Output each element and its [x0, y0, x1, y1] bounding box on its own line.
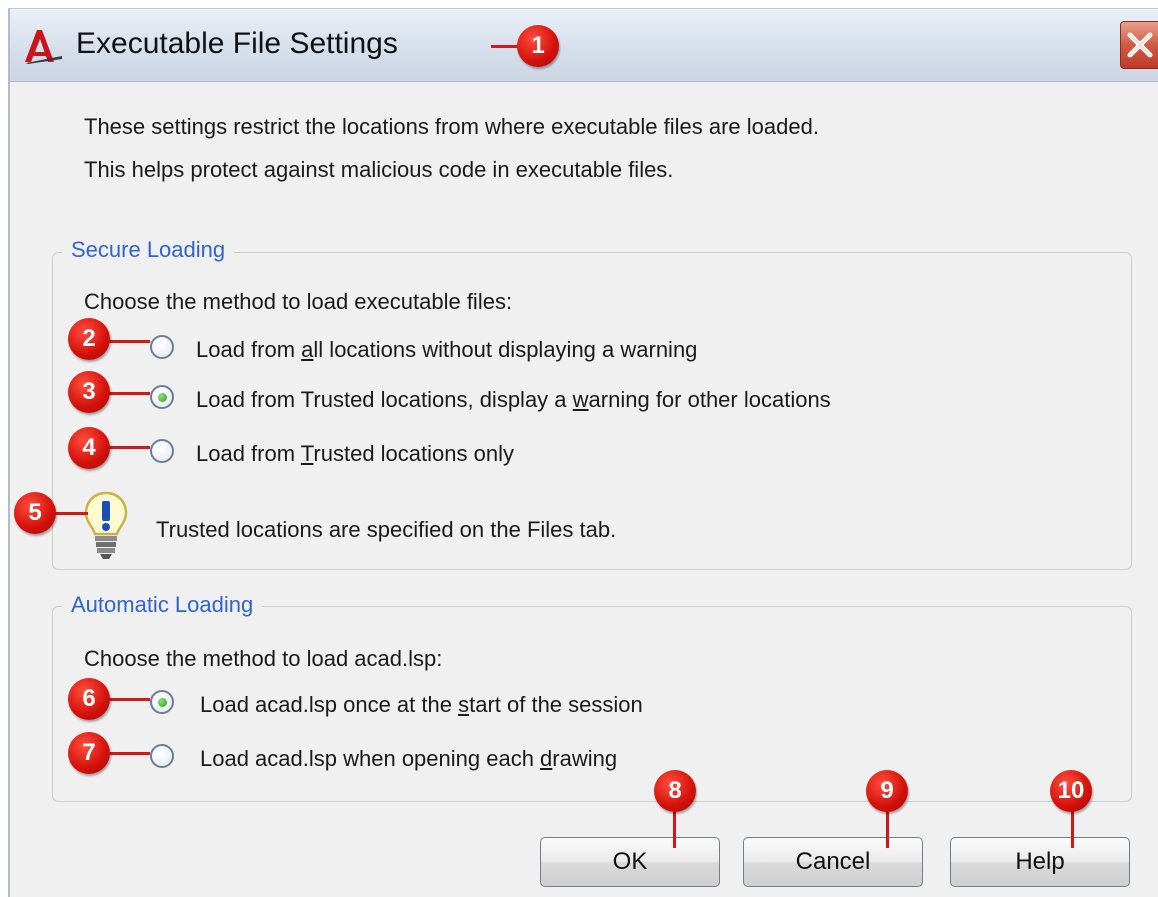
option-load-each-drawing-label[interactable]: Load acad.lsp when opening each drawing	[200, 746, 617, 772]
callout-7: 7	[68, 732, 110, 774]
label-text: Load from	[196, 441, 301, 466]
callout-8-leader	[673, 808, 676, 848]
callout-10: 10	[1050, 770, 1092, 812]
help-button[interactable]: Help	[950, 837, 1130, 887]
radio-load-once-at-start[interactable]	[150, 690, 174, 714]
ok-button[interactable]: OK	[540, 837, 720, 887]
callout-3-leader	[108, 392, 150, 395]
label-text: Load acad.lsp once at the	[200, 692, 459, 717]
callout-9: 9	[866, 770, 908, 812]
callout-2: 2	[68, 318, 110, 360]
automatic-loading-caption: Choose the method to load acad.lsp:	[84, 646, 443, 671]
callout-4: 4	[68, 427, 110, 469]
title-bar[interactable]: Executable File Settings	[10, 9, 1158, 82]
label-text: arning for other locations	[588, 387, 831, 412]
radio-trusted-with-warning[interactable]	[150, 385, 174, 409]
dialog-title: Executable File Settings	[76, 27, 398, 60]
close-icon	[1127, 32, 1153, 58]
callout-6: 6	[68, 678, 110, 720]
option-load-once-at-start-label[interactable]: Load acad.lsp once at the start of the s…	[200, 692, 643, 718]
radio-load-each-drawing[interactable]	[150, 744, 174, 768]
secure-loading-caption: Choose the method to load executable fil…	[84, 289, 513, 314]
callout-6-leader	[108, 698, 150, 701]
executable-file-settings-dialog: Executable File Settings These settings …	[8, 8, 1158, 897]
lightbulb-warning-icon	[82, 490, 130, 562]
radio-selected-dot	[158, 393, 167, 402]
callout-8: 8	[654, 770, 696, 812]
close-button[interactable]	[1120, 21, 1158, 69]
label-text: ll locations without displaying a warnin…	[313, 337, 698, 362]
access-key: T	[300, 441, 314, 466]
automatic-loading-legend: Automatic Loading	[62, 592, 263, 618]
callout-4-leader	[108, 446, 150, 449]
label-text: rawing	[552, 746, 618, 771]
label-text: Load acad.lsp when opening each	[200, 746, 541, 771]
option-trusted-with-warning-label[interactable]: Load from Trusted locations, display a w…	[196, 387, 831, 413]
access-key: d	[540, 746, 553, 771]
callout-7-leader	[108, 752, 150, 755]
callout-3: 3	[68, 371, 110, 413]
access-key: w	[572, 387, 589, 412]
dialog-description: These settings restrict the locations fr…	[84, 114, 819, 182]
label-text: Load from Trusted locations, display a	[196, 387, 573, 412]
cancel-button[interactable]: Cancel	[743, 837, 923, 887]
callout-5-leader	[54, 512, 88, 515]
label-text: Load from	[196, 337, 302, 362]
access-key: a	[301, 337, 314, 362]
option-trusted-only-label[interactable]: Load from Trusted locations only	[196, 441, 514, 467]
radio-selected-dot	[158, 698, 167, 707]
option-load-all-locations-label[interactable]: Load from all locations without displayi…	[196, 337, 697, 363]
autocad-icon	[22, 26, 64, 64]
callout-10-leader	[1071, 808, 1074, 848]
radio-load-all-locations[interactable]	[150, 335, 174, 359]
trusted-locations-hint: Trusted locations are specified on the F…	[156, 517, 617, 542]
radio-trusted-only[interactable]	[150, 439, 174, 463]
label-text: rusted locations only	[313, 441, 514, 466]
callout-9-leader	[886, 808, 889, 848]
callout-2-leader	[108, 340, 150, 343]
callout-5: 5	[14, 492, 56, 534]
secure-loading-legend: Secure Loading	[62, 237, 235, 263]
access-key: s	[458, 692, 470, 717]
label-text: tart of the session	[469, 692, 643, 717]
callout-1: 1	[517, 25, 559, 67]
